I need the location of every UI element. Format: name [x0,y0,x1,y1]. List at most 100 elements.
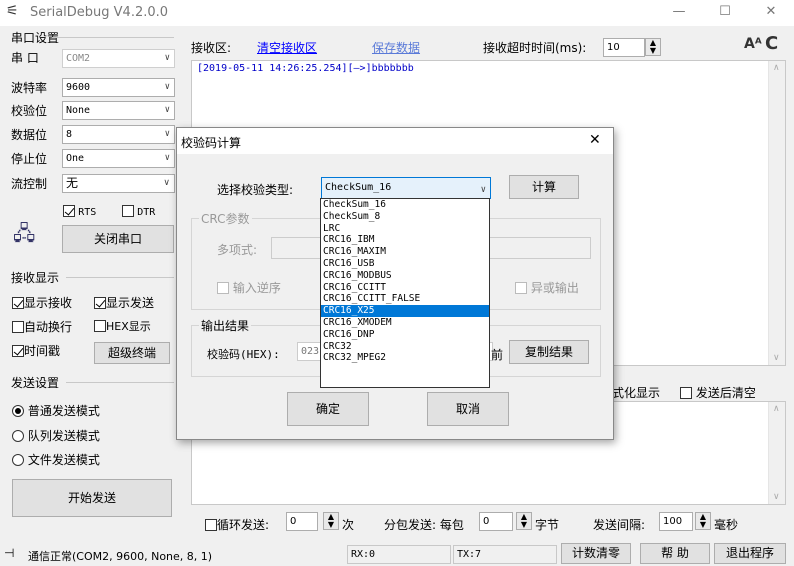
exit-button[interactable]: 退出程序 [714,543,786,564]
baud-select[interactable]: 9600 ∨ [62,78,175,97]
interval-label: 发送间隔: [593,518,646,532]
dtr-checkbox[interactable]: DTR [122,205,155,218]
dropdown-option[interactable]: CRC16_MODBUS [321,270,489,282]
super-terminal-button[interactable]: 超级终端 [94,342,170,364]
crc-params-title: CRC参数 [199,210,252,227]
title-bar: ⚟ SerialDebug V4.2.0.0 — ☐ ✕ [0,0,794,26]
receive-group-title: 接收显示 [11,271,60,285]
radio-icon [12,454,24,466]
maximize-button[interactable]: ☐ [702,0,748,26]
dropdown-option[interactable]: CRC32 [321,341,489,353]
send-scrollbar[interactable]: ∧ ∨ [768,402,785,504]
clear-after-send-label: 发送后清空 [695,386,756,400]
copy-result-button[interactable]: 复制结果 [509,340,589,364]
loop-spinner[interactable]: ▲ ▼ [323,512,339,530]
close-port-button[interactable]: 关闭串口 [62,225,174,253]
checkbox-icon [94,320,106,332]
input-reverse-checkbox[interactable]: 输入逆序 [217,279,281,296]
chevron-down-icon: ∨ [164,129,170,139]
checksum-type-select[interactable]: CheckSum_16 ∨ [321,177,491,199]
calculate-button[interactable]: 计算 [509,175,579,199]
rx-counter: RX:0 [347,545,451,564]
format-display-label: 式化显示 [612,386,661,400]
dropdown-option[interactable]: CheckSum_16 [321,199,489,211]
radio-icon [12,430,24,442]
auto-wrap-checkbox[interactable]: 自动换行 [12,318,72,335]
hex-display-checkbox[interactable]: HEX显示 [94,318,151,334]
font-size-icon[interactable]: Aᴬ [744,36,762,52]
divider [52,37,174,38]
save-data-link[interactable]: 保存数据 [372,39,420,56]
xor-output-checkbox[interactable]: 异或输出 [515,279,579,296]
mode-normal-radio[interactable]: 普通发送模式 [12,402,100,419]
port-select[interactable]: COM2 ∨ [62,49,175,68]
stopbits-select[interactable]: One ∨ [62,149,175,168]
dialog-close-icon[interactable]: ✕ [589,132,601,148]
checksum-type-value: CheckSum_16 [325,182,392,193]
cancel-button[interactable]: 取消 [427,392,509,426]
help-button[interactable]: 帮 助 [640,543,710,564]
close-window-button[interactable]: ✕ [748,0,794,26]
dropdown-option[interactable]: LRC [321,223,489,235]
ok-button[interactable]: 确定 [287,392,369,426]
mode-queue-radio[interactable]: 队列发送模式 [12,427,100,444]
polynomial-label: 多项式: [217,243,258,257]
dialog-title: 校验码计算 [181,136,242,150]
databits-select[interactable]: 8 ∨ [62,125,175,144]
minimize-button[interactable]: — [656,0,702,26]
chevron-down-icon: ∨ [164,82,170,92]
xor-output-label: 异或输出 [530,281,579,295]
mode-file-radio[interactable]: 文件发送模式 [12,451,100,468]
dropdown-option[interactable]: CRC16_MAXIM [321,246,489,258]
format-display-checkbox[interactable]: 式化显示 [612,384,660,401]
dropdown-option[interactable]: CRC16_X25 [321,305,489,317]
mode-file-label: 文件发送模式 [27,453,100,467]
timeout-label: 接收超时时间(ms): [483,41,587,55]
mode-normal-label: 普通发送模式 [27,404,100,418]
timeout-input[interactable]: 10 [603,38,645,57]
packet-spinner[interactable]: ▲ ▼ [516,512,532,530]
dropdown-option[interactable]: CRC16_USB [321,258,489,270]
timestamp-checkbox[interactable]: 时间戳 [12,342,60,359]
checkbox-icon [515,282,527,294]
rts-checkbox[interactable]: RTS [63,205,96,218]
spin-down-icon: ▼ [520,520,528,529]
spin-down-icon: ▼ [699,520,707,529]
interval-spinner[interactable]: ▲ ▼ [695,512,711,530]
interval-input[interactable]: 100 [659,512,693,531]
port-value: COM2 [66,53,91,64]
loop-send-checkbox[interactable]: 循环发送: [205,516,269,533]
dropdown-option[interactable]: CheckSum_8 [321,211,489,223]
show-recv-checkbox[interactable]: 显示接收 [12,294,72,311]
tx-counter: TX:7 [453,545,557,564]
scroll-down-icon: ∨ [773,492,780,502]
dropdown-option[interactable]: CRC16_CCITT [321,282,489,294]
dropdown-option[interactable]: CRC16_CCITT_FALSE [321,293,489,305]
parity-select[interactable]: None ∨ [62,101,175,120]
clear-receive-link[interactable]: 清空接收区 [257,39,317,56]
packet-size-input[interactable]: 0 [479,512,513,531]
checksum-type-label: 选择校验类型: [217,183,294,197]
dropdown-option[interactable]: CRC16_XMODEM [321,317,489,329]
clear-after-send-checkbox[interactable]: 发送后清空 [680,384,756,401]
loop-send-label: 循环发送: [217,518,270,532]
reset-count-button[interactable]: 计数清零 [561,543,631,564]
refresh-icon[interactable]: C [765,33,778,54]
hex-display-label: HEX显示 [106,320,151,333]
start-send-button[interactable]: 开始发送 [12,479,172,517]
auto-wrap-label: 自动换行 [24,320,73,334]
checksum-type-dropdown[interactable]: CheckSum_16 CheckSum_8 LRC CRC16_IBM CRC16_M… [320,198,490,388]
timeout-spinner[interactable]: ▲ ▼ [645,38,661,56]
dropdown-option[interactable]: CRC32_MPEG2 [321,352,489,364]
scroll-up-icon: ∧ [773,63,780,73]
receive-scrollbar[interactable]: ∧ ∨ [768,61,785,365]
port-label: 串 口 [11,51,39,65]
dropdown-option[interactable]: CRC16_DNP [321,329,489,341]
checkbox-icon [12,297,24,309]
flow-select[interactable]: 无 ∨ [62,174,175,193]
dropdown-option[interactable]: CRC16_IBM [321,234,489,246]
divider [66,382,174,383]
checkbox-icon [680,387,692,399]
show-send-checkbox[interactable]: 显示发送 [94,294,154,311]
loop-count-input[interactable]: 0 [286,512,318,531]
